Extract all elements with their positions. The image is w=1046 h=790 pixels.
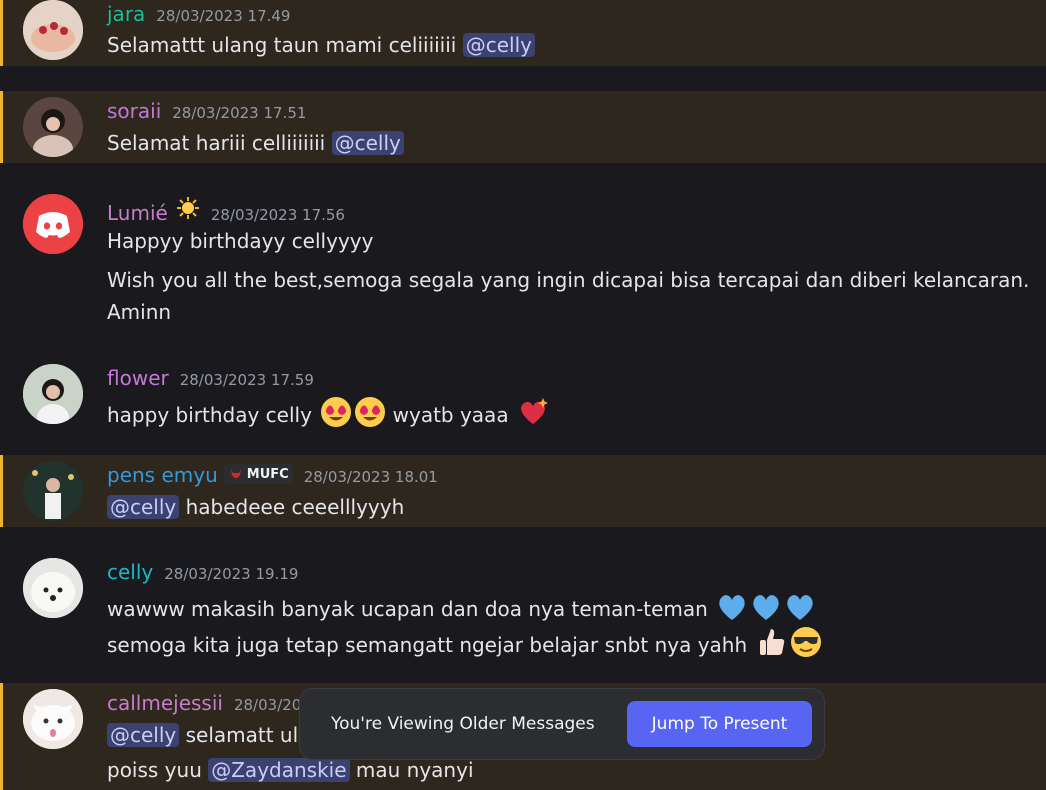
- message-text: Selamat hariii celliiiiiii @celly: [107, 131, 404, 155]
- message-lumie: Lumié 28/03/2023 17.56 Happyy birthdayy …: [0, 188, 1046, 333]
- jump-to-present-button[interactable]: Jump To Present: [627, 701, 812, 747]
- avatar-jara[interactable]: [23, 0, 83, 60]
- timestamp: 28/03/2023 17.59: [179, 371, 314, 389]
- username[interactable]: callmejessii: [107, 691, 223, 715]
- timestamp: 28/03/2023 17.56: [210, 206, 345, 224]
- sunglasses-emoji-icon: [790, 626, 822, 663]
- message-soraii: soraii 28/03/2023 17.51 Selamat hariii c…: [0, 91, 1046, 163]
- blue-heart-emoji-icon: [716, 592, 748, 627]
- avatar-soraii[interactable]: [23, 97, 83, 157]
- older-messages-label: You're Viewing Older Messages: [331, 714, 595, 734]
- blue-heart-emoji-icon: [750, 592, 782, 627]
- avatar-lumie[interactable]: [23, 194, 83, 254]
- user-mention[interactable]: @celly: [462, 33, 535, 57]
- message-text-line3: Aminn: [107, 300, 172, 324]
- message-text-line2: poiss yuu @Zaydanskie mau nyanyi: [107, 758, 474, 782]
- timestamp: 28/03/2023 19.19: [164, 565, 299, 583]
- username[interactable]: pens emyu: [107, 463, 218, 487]
- message-text-line2: Wish you all the best,semoga segala yang…: [107, 268, 1030, 292]
- user-mention[interactable]: @celly: [107, 495, 180, 519]
- username[interactable]: Lumié: [107, 201, 168, 225]
- message-text-line1: Happyy birthdayy cellyyyy: [107, 229, 374, 253]
- message-jara: jara 28/03/2023 17.49 Selamattt ulang ta…: [0, 0, 1046, 66]
- avatar-celly[interactable]: [23, 558, 83, 618]
- username[interactable]: soraii: [107, 99, 161, 123]
- older-messages-banner: You're Viewing Older Messages Jump To Pr…: [299, 688, 825, 760]
- timestamp: 28/03/2023 18.01: [303, 468, 438, 486]
- username[interactable]: celly: [107, 560, 153, 584]
- devil-icon: [230, 469, 241, 478]
- thumbs-up-emoji-icon: [756, 626, 788, 663]
- message-text-line1: @celly selamatt ul: [107, 723, 298, 747]
- user-mention[interactable]: @celly: [331, 131, 404, 155]
- message-text-line2: semoga kita juga tetap semangatt ngejar …: [107, 626, 822, 663]
- message-pens-emyu: pens emyu MUFC 28/03/2023 18.01 @celly h…: [0, 455, 1046, 527]
- message-text: Selamattt ulang taun mami celiiiiiii @ce…: [107, 33, 535, 57]
- avatar-pens-emyu[interactable]: [23, 461, 83, 521]
- user-mention[interactable]: @celly: [107, 723, 180, 747]
- message-text-line1: wawww makasih banyak ucapan dan doa nya …: [107, 592, 816, 627]
- message-flower: flower 28/03/2023 17.59 happy birthday c…: [0, 358, 1046, 438]
- sparkling-heart-emoji-icon: [517, 396, 549, 433]
- timestamp: 28/03/2023 17.49: [156, 7, 291, 25]
- message-text: happy birthday celly wyatb yaaa: [107, 396, 549, 433]
- timestamp: 28/03/2023 17.51: [172, 104, 307, 122]
- discord-logo-icon: [23, 194, 83, 254]
- user-mention[interactable]: @Zaydanskie: [208, 758, 350, 782]
- avatar-flower[interactable]: [23, 364, 83, 424]
- blue-heart-emoji-icon: [784, 592, 816, 627]
- message-celly: celly 28/03/2023 19.19 wawww makasih ban…: [0, 552, 1046, 662]
- heart-eyes-emoji-icon: [320, 396, 352, 433]
- username[interactable]: jara: [107, 2, 145, 26]
- message-text: @celly habedeee ceeelllyyyh: [107, 495, 404, 519]
- server-tag-badge[interactable]: MUFC: [223, 464, 293, 484]
- heart-eyes-emoji-icon: [354, 396, 386, 433]
- sun-icon: [176, 196, 200, 224]
- avatar-callmejessii[interactable]: [23, 689, 83, 749]
- username[interactable]: flower: [107, 366, 169, 390]
